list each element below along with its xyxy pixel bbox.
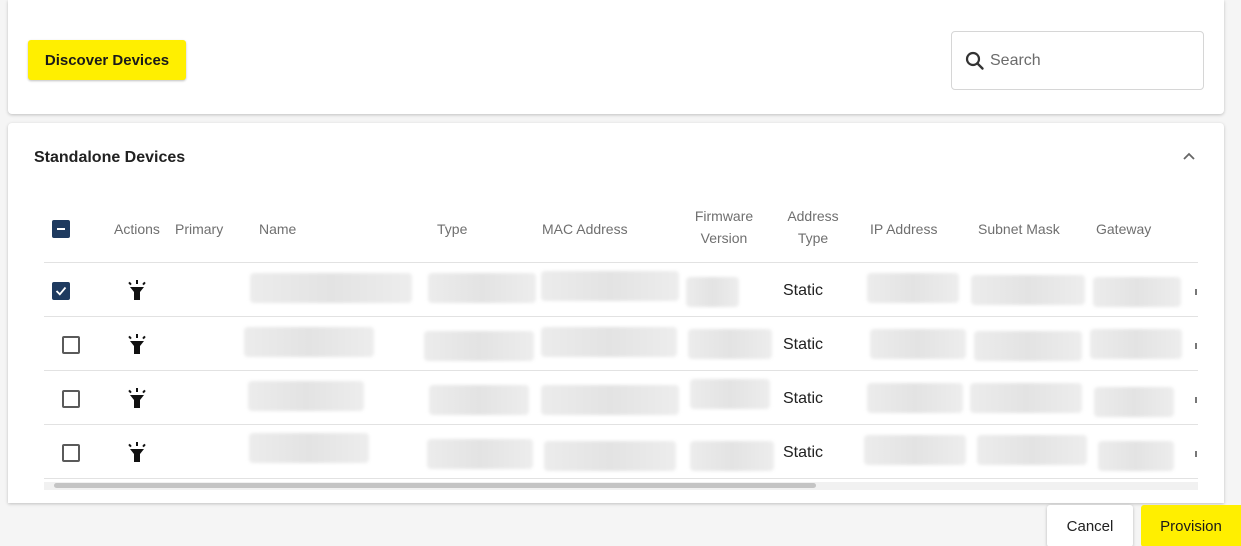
row-checkbox[interactable] xyxy=(52,282,70,300)
header-gateway[interactable]: Gateway xyxy=(1096,218,1151,240)
truncated-cell-edge xyxy=(1195,451,1197,457)
redacted-gateway xyxy=(1090,329,1182,359)
redacted-subnet xyxy=(977,435,1087,465)
redacted-subnet xyxy=(970,383,1082,413)
header-actions: Actions xyxy=(114,221,160,237)
provision-button[interactable]: Provision xyxy=(1141,505,1241,546)
row-divider xyxy=(44,478,1198,479)
address-type-cell: Static xyxy=(783,444,824,461)
redacted-type xyxy=(427,439,533,469)
redacted-name xyxy=(249,433,369,463)
redacted-mac xyxy=(544,441,676,471)
header-subnet[interactable]: Subnet Mask xyxy=(978,218,1060,240)
row-divider xyxy=(44,370,1198,371)
header-address-type[interactable]: Address Type xyxy=(780,205,846,249)
redacted-gateway xyxy=(1093,277,1181,307)
redacted-firmware xyxy=(688,329,772,359)
redacted-firmware xyxy=(690,441,774,471)
select-all-checkbox[interactable] xyxy=(52,220,70,238)
redacted-name xyxy=(244,327,374,357)
discover-devices-button[interactable]: Discover Devices xyxy=(28,40,186,80)
header-mac[interactable]: MAC Address xyxy=(542,218,628,240)
redacted-gateway xyxy=(1098,441,1174,471)
header-firmware-line1: Firmware xyxy=(694,208,754,224)
chevron-up-icon[interactable] xyxy=(1178,145,1200,167)
redacted-subnet xyxy=(971,275,1085,305)
header-address-type-line2: Type xyxy=(797,230,829,246)
redacted-name xyxy=(250,273,412,303)
header-firmware-line2: Version xyxy=(700,230,748,246)
redacted-firmware xyxy=(686,277,739,307)
flashlight-icon[interactable] xyxy=(127,388,147,410)
row-divider xyxy=(44,316,1198,317)
search-input[interactable] xyxy=(990,51,1190,70)
search-icon xyxy=(964,50,986,72)
redacted-type xyxy=(428,273,536,303)
redacted-mac xyxy=(541,385,679,415)
truncated-cell-edge xyxy=(1195,343,1197,349)
redacted-ip xyxy=(867,273,959,303)
section-title: Standalone Devices xyxy=(34,149,186,166)
flashlight-icon[interactable] xyxy=(127,442,147,464)
redacted-mac xyxy=(541,271,679,301)
toolbar-card: Discover Devices xyxy=(8,0,1224,114)
redacted-ip xyxy=(867,383,963,413)
header-ip[interactable]: IP Address xyxy=(870,218,937,240)
redacted-ip xyxy=(870,329,966,359)
redacted-gateway xyxy=(1094,387,1174,417)
row-checkbox[interactable] xyxy=(62,444,80,462)
flashlight-icon[interactable] xyxy=(127,334,147,356)
search-box[interactable] xyxy=(951,31,1204,90)
row-divider xyxy=(44,424,1198,425)
address-type-cell: Static xyxy=(783,390,824,407)
header-firmware[interactable]: Firmware Version xyxy=(689,205,759,249)
header-name[interactable]: Name xyxy=(259,218,296,240)
header-address-type-line1: Address xyxy=(787,208,839,224)
row-checkbox[interactable] xyxy=(62,336,80,354)
redacted-type xyxy=(424,331,534,361)
header-primary: Primary xyxy=(175,221,224,237)
row-checkbox[interactable] xyxy=(62,390,80,408)
redacted-firmware xyxy=(690,379,770,409)
cancel-button[interactable]: Cancel xyxy=(1047,505,1133,546)
redacted-name xyxy=(248,381,364,411)
redacted-mac xyxy=(541,327,677,357)
truncated-cell-edge xyxy=(1195,289,1197,295)
address-type-cell: Static xyxy=(783,282,824,299)
horizontal-scrollbar-thumb[interactable] xyxy=(54,483,816,488)
redacted-ip xyxy=(864,435,966,465)
redacted-subnet xyxy=(974,331,1082,361)
standalone-devices-panel: Standalone Devices Actions Primary Name … xyxy=(8,123,1224,503)
address-type-cell: Static xyxy=(783,336,824,353)
truncated-cell-edge xyxy=(1195,397,1197,403)
header-type[interactable]: Type xyxy=(437,218,467,240)
redacted-type xyxy=(429,385,529,415)
header-divider xyxy=(44,262,1198,263)
flashlight-icon[interactable] xyxy=(127,280,147,302)
